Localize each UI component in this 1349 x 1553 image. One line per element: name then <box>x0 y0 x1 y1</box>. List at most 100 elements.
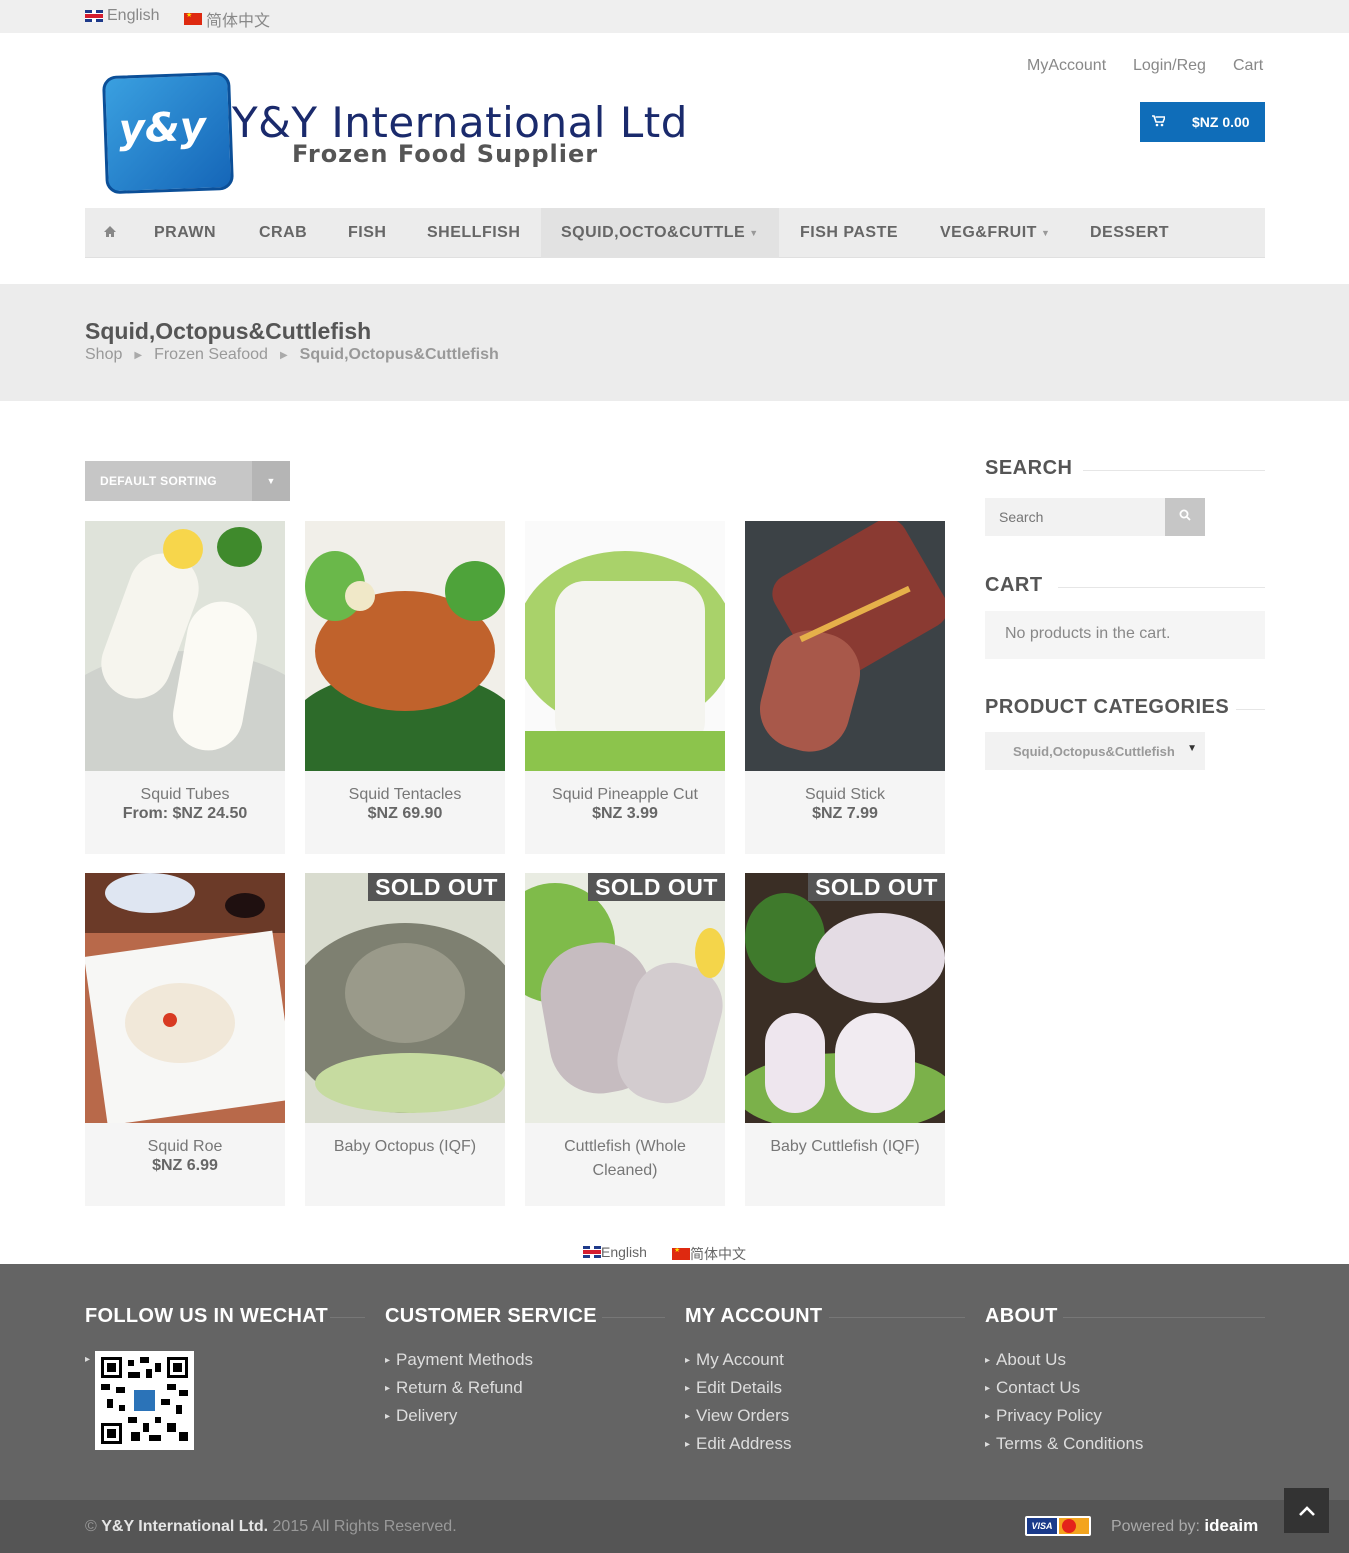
lang-chinese-link[interactable]: 简体中文 <box>184 7 270 31</box>
product-image[interactable] <box>745 521 945 771</box>
caret-down-icon: ▼ <box>749 228 759 238</box>
divider <box>1063 1317 1265 1318</box>
mastercard-icon <box>1059 1518 1089 1534</box>
footer-link-contact-us[interactable]: Contact Us <box>985 1378 1080 1398</box>
nav-veg-fruit[interactable]: VEG&FRUIT ▼ <box>940 208 1050 258</box>
breadcrumb-separator-icon: ▶ <box>279 349 288 361</box>
divider <box>1083 470 1265 471</box>
product-name[interactable]: Squid Stick <box>745 783 945 807</box>
cart-icon <box>1152 114 1167 130</box>
product-image[interactable]: SOLD OUT <box>525 873 725 1123</box>
product-image[interactable] <box>85 873 285 1123</box>
footer-link-privacy-policy[interactable]: Privacy Policy <box>985 1406 1102 1426</box>
product-image[interactable]: SOLD OUT <box>745 873 945 1123</box>
uk-flag-icon <box>85 10 103 22</box>
product-card[interactable]: Squid Pineapple Cut $NZ 3.99 <box>525 521 725 854</box>
product-name[interactable]: Squid Roe <box>85 1135 285 1159</box>
caret-down-icon: ▼ <box>1187 743 1197 754</box>
nav-fish[interactable]: FISH <box>348 208 386 258</box>
visa-icon: VISA <box>1027 1518 1057 1534</box>
product-price: $NZ 7.99 <box>812 805 878 822</box>
nav-shellfish[interactable]: SHELLFISH <box>427 208 520 258</box>
footer-link-about-us[interactable]: About Us <box>985 1350 1066 1370</box>
footer-lang-english-label: English <box>601 1244 647 1260</box>
nav-crab[interactable]: CRAB <box>259 208 307 258</box>
my-account-heading: MY ACCOUNT <box>685 1305 823 1327</box>
sorting-label: DEFAULT SORTING <box>100 474 217 488</box>
caret-down-icon: ▼ <box>252 461 290 501</box>
footer-link-my-account[interactable]: My Account <box>685 1350 784 1370</box>
divider <box>1236 709 1265 710</box>
product-name[interactable]: Cuttlefish (Whole Cleaned) <box>525 1135 725 1183</box>
cart-link[interactable]: Cart <box>1233 57 1263 75</box>
product-image[interactable] <box>305 521 505 771</box>
product-price: $NZ 69.90 <box>367 805 443 822</box>
product-card[interactable]: Squid Tubes From: $NZ 24.50 <box>85 521 285 854</box>
breadcrumb-shop[interactable]: Shop <box>85 346 122 364</box>
nav-prawn[interactable]: PRAWN <box>154 208 216 258</box>
footer-link-edit-address[interactable]: Edit Address <box>685 1434 791 1454</box>
footer-link-delivery[interactable]: Delivery <box>385 1406 457 1426</box>
footer-lang-chinese-label: 简体中文 <box>690 1246 746 1262</box>
home-icon[interactable] <box>103 225 117 242</box>
product-image[interactable]: SOLD OUT <box>305 873 505 1123</box>
footer-lang-english[interactable]: English <box>583 1244 647 1260</box>
about-heading: ABOUT <box>985 1305 1058 1327</box>
product-name[interactable]: Squid Tentacles <box>305 783 505 807</box>
divider <box>1058 587 1265 588</box>
product-card[interactable]: SOLD OUT Baby Octopus (IQF) <box>305 873 505 1206</box>
nav-fish-paste[interactable]: FISH PASTE <box>800 208 898 258</box>
sorting-select[interactable]: DEFAULT SORTING ▼ <box>85 461 290 501</box>
lang-chinese-label: 简体中文 <box>206 13 271 30</box>
arrow-up-icon <box>1298 1506 1315 1516</box>
site-footer <box>0 1264 1349 1500</box>
product-name[interactable]: Squid Pineapple Cut <box>525 783 725 807</box>
footer-link-terms-conditions[interactable]: Terms & Conditions <box>985 1434 1143 1454</box>
cart-empty-message: No products in the cart. <box>985 611 1265 659</box>
product-card[interactable]: SOLD OUT Cuttlefish (Whole Cleaned) <box>525 873 725 1206</box>
bullet-icon: ▸ <box>85 1354 91 1365</box>
footer-link-payment-methods[interactable]: Payment Methods <box>385 1350 533 1370</box>
login-register-link[interactable]: Login/Reg <box>1133 57 1206 75</box>
china-flag-icon <box>672 1248 690 1260</box>
product-card[interactable]: Squid Stick $NZ 7.99 <box>745 521 945 854</box>
footer-link-return-refund[interactable]: Return & Refund <box>385 1378 523 1398</box>
nav-squid-octo-cuttle[interactable]: SQUID,OCTO&CUTTLE ▼ <box>541 208 779 258</box>
product-name[interactable]: Baby Octopus (IQF) <box>305 1135 505 1159</box>
search-heading: SEARCH <box>985 457 1073 479</box>
divider <box>602 1317 665 1318</box>
nav-dessert[interactable]: DESSERT <box>1090 208 1169 258</box>
search-button[interactable] <box>1165 498 1205 536</box>
divider <box>330 1317 365 1318</box>
category-select[interactable]: Squid,Octopus&Cuttlefish ▼ <box>985 732 1205 770</box>
product-image[interactable] <box>85 521 285 771</box>
mini-cart-button[interactable]: $NZ 0.00 <box>1140 102 1265 142</box>
breadcrumb-frozen-seafood[interactable]: Frozen Seafood <box>154 346 268 364</box>
sold-out-badge: SOLD OUT <box>808 873 945 901</box>
product-categories-heading: PRODUCT CATEGORIES <box>985 696 1230 718</box>
powered-by-brand[interactable]: ideaim <box>1204 1516 1258 1535</box>
product-card[interactable]: Squid Roe $NZ 6.99 <box>85 873 285 1206</box>
product-image[interactable] <box>525 521 725 771</box>
logo-mark: y&y <box>101 71 235 195</box>
payment-cards: VISA <box>1025 1516 1091 1536</box>
lang-english-link[interactable]: English <box>85 7 159 25</box>
product-name[interactable]: Baby Cuttlefish (IQF) <box>745 1135 945 1159</box>
cart-heading: CART <box>985 574 1043 596</box>
product-card[interactable]: SOLD OUT Baby Cuttlefish (IQF) <box>745 873 945 1206</box>
search-input[interactable] <box>985 498 1165 536</box>
caret-down-icon: ▼ <box>1040 228 1051 238</box>
my-account-link[interactable]: MyAccount <box>1027 57 1106 75</box>
copyright-company: Y&Y International Ltd. <box>101 1518 269 1535</box>
sold-out-badge: SOLD OUT <box>588 873 725 901</box>
footer-lang-chinese[interactable]: 简体中文 <box>672 1244 746 1264</box>
customer-service-heading: CUSTOMER SERVICE <box>385 1305 597 1327</box>
product-name[interactable]: Squid Tubes <box>85 783 285 807</box>
wechat-qr-code <box>95 1351 194 1450</box>
footer-link-view-orders[interactable]: View Orders <box>685 1406 789 1426</box>
footer-link-edit-details[interactable]: Edit Details <box>685 1378 782 1398</box>
product-card[interactable]: Squid Tentacles $NZ 69.90 <box>305 521 505 854</box>
page-title: Squid,Octopus&Cuttlefish <box>85 318 372 344</box>
scroll-to-top-button[interactable] <box>1284 1488 1329 1533</box>
lang-english-label: English <box>107 7 160 24</box>
